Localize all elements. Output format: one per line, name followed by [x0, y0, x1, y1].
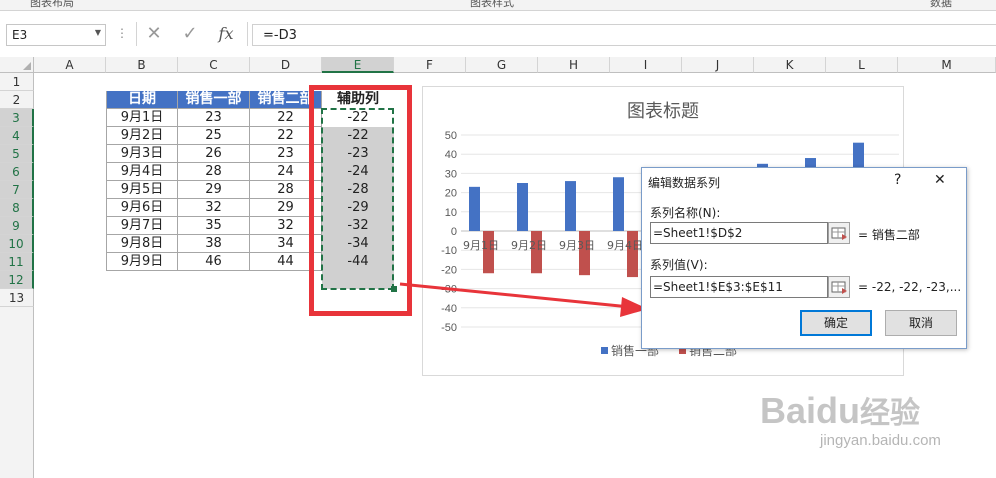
cancel-button[interactable]: 取消	[885, 310, 957, 336]
help-icon[interactable]: ?	[894, 172, 901, 188]
series-values-preview: = -22, -22, -23,...	[858, 280, 962, 294]
series-values-input[interactable]: =Sheet1!$E$3:$E$11	[650, 276, 828, 298]
close-icon[interactable]: ✕	[934, 172, 946, 188]
watermark-brand: Baidu经验	[760, 390, 921, 431]
series-name-value: =Sheet1!$D$2	[653, 226, 743, 240]
series-name-label: 系列名称(N):	[650, 206, 721, 220]
edit-series-dialog: 编辑数据系列 ? ✕ 系列名称(N): =Sheet1!$D$2 = 销售二部 …	[641, 167, 967, 349]
range-picker-icon	[831, 281, 847, 294]
watermark-url: jingyan.baidu.com	[820, 432, 941, 449]
series-values-label: 系列值(V):	[650, 258, 708, 272]
range-picker-button[interactable]	[828, 222, 850, 244]
series-name-preview: = 销售二部	[858, 228, 920, 242]
ok-button[interactable]: 确定	[800, 310, 872, 336]
series-name-input[interactable]: =Sheet1!$D$2	[650, 222, 828, 244]
dialog-title: 编辑数据系列	[648, 176, 721, 190]
series-values-value: =Sheet1!$E$3:$E$11	[653, 280, 783, 294]
range-picker-icon	[831, 227, 847, 240]
range-picker-button[interactable]	[828, 276, 850, 298]
